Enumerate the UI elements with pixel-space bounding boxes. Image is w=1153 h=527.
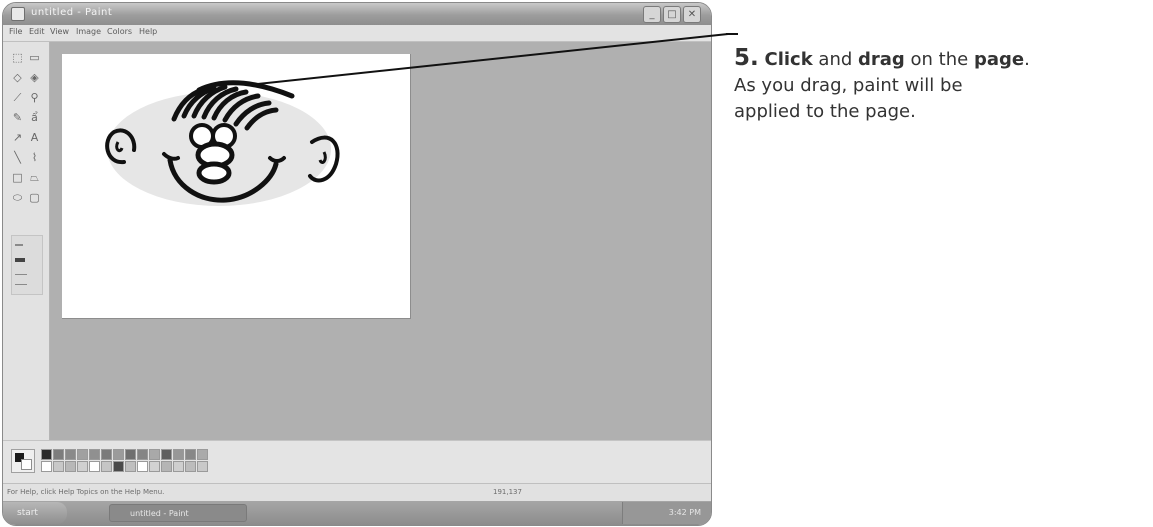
taskbar-paint-button[interactable]: untitled - Paint bbox=[109, 504, 247, 522]
palette-swatch[interactable] bbox=[173, 461, 184, 472]
menu-file[interactable]: File bbox=[9, 27, 22, 36]
system-tray: 3:42 PM bbox=[622, 502, 711, 524]
window-title: untitled - Paint bbox=[31, 7, 113, 18]
brush-size-large[interactable] bbox=[15, 258, 25, 262]
palette-swatch[interactable] bbox=[173, 449, 184, 460]
palette-swatch[interactable] bbox=[125, 449, 136, 460]
instruction-word-click: Click bbox=[764, 49, 813, 70]
airbrush-icon[interactable]: ↗ bbox=[10, 130, 25, 145]
palette-swatch[interactable] bbox=[65, 449, 76, 460]
palette-swatch[interactable] bbox=[77, 461, 88, 472]
mouth-open bbox=[196, 161, 232, 185]
palette-swatch[interactable] bbox=[137, 449, 148, 460]
menu-colors[interactable]: Colors bbox=[107, 27, 132, 36]
palette-swatch[interactable] bbox=[101, 461, 112, 472]
brush-shape-dot[interactable] bbox=[15, 284, 27, 285]
palette-swatch[interactable] bbox=[185, 461, 196, 472]
magnifier-icon[interactable]: ⚲ bbox=[27, 90, 42, 105]
palette-swatch[interactable] bbox=[161, 449, 172, 460]
color-palette bbox=[3, 440, 711, 484]
menu-help[interactable]: Help bbox=[139, 27, 157, 36]
brush-icon[interactable]: ẩ bbox=[27, 110, 42, 125]
palette-swatch[interactable] bbox=[137, 461, 148, 472]
status-bar: For Help, click Help Topics on the Help … bbox=[3, 483, 711, 502]
paint-app-icon bbox=[11, 7, 25, 21]
select-icon[interactable]: ▭ bbox=[27, 50, 42, 65]
palette-swatch[interactable] bbox=[89, 449, 100, 460]
palette-swatch[interactable] bbox=[185, 449, 196, 460]
status-help-text: For Help, click Help Topics on the Help … bbox=[7, 488, 165, 496]
palette-swatch[interactable] bbox=[77, 449, 88, 460]
rectangle-icon[interactable]: □ bbox=[10, 170, 25, 185]
status-coordinates: 191,137 bbox=[493, 488, 522, 496]
maximize-button[interactable]: □ bbox=[663, 6, 681, 23]
step-number: 5. bbox=[734, 45, 759, 71]
palette-swatch[interactable] bbox=[125, 461, 136, 472]
brush-shape-slash[interactable] bbox=[15, 274, 27, 275]
cartoon-face-drawing bbox=[105, 80, 340, 206]
start-button[interactable]: start bbox=[3, 502, 67, 524]
palette-swatch[interactable] bbox=[101, 449, 112, 460]
line-icon[interactable]: ╲ bbox=[10, 150, 25, 165]
palette-swatch[interactable] bbox=[113, 461, 124, 472]
palette-swatch[interactable] bbox=[65, 461, 76, 472]
instruction-period: . bbox=[1024, 49, 1030, 70]
background-color bbox=[21, 459, 32, 470]
palette-swatch[interactable] bbox=[149, 461, 160, 472]
eraser-icon[interactable]: ◇ bbox=[10, 70, 25, 85]
palette-swatch[interactable] bbox=[53, 461, 64, 472]
palette-swatch[interactable] bbox=[53, 449, 64, 460]
instruction-text-and: and bbox=[812, 49, 858, 70]
palette-swatch[interactable] bbox=[113, 449, 124, 460]
palette-swatch[interactable] bbox=[197, 461, 208, 472]
palette-swatch[interactable] bbox=[89, 461, 100, 472]
taskbar: start untitled - Paint 3:42 PM bbox=[3, 501, 711, 525]
close-button[interactable]: ✕ bbox=[683, 6, 701, 23]
menu-image[interactable]: Image bbox=[76, 27, 101, 36]
drawing-canvas[interactable] bbox=[62, 54, 411, 319]
instruction-text-on-the: on the bbox=[904, 49, 974, 70]
instruction-body: As you drag, paint will be applied to th… bbox=[734, 75, 963, 122]
menu-bar: File Edit View Image Colors Help bbox=[3, 25, 711, 42]
palette-swatch[interactable] bbox=[41, 461, 52, 472]
palette-swatch[interactable] bbox=[197, 449, 208, 460]
text-icon[interactable]: A bbox=[27, 130, 42, 145]
menu-view[interactable]: View bbox=[50, 27, 69, 36]
fill-icon[interactable]: ◈ bbox=[27, 70, 42, 85]
palette-swatch[interactable] bbox=[161, 461, 172, 472]
ellipse-icon[interactable]: ⬭ bbox=[10, 190, 25, 205]
current-colors[interactable] bbox=[11, 449, 35, 473]
step-instruction: 5. Click and drag on the page. As you dr… bbox=[734, 45, 1134, 125]
polygon-icon[interactable]: ⏢ bbox=[27, 170, 42, 185]
title-bar[interactable]: untitled - Paint _ □ ✕ bbox=[3, 3, 711, 25]
brush-size-small[interactable] bbox=[15, 244, 23, 246]
tool-box: ⬚ ▭ ◇ ◈ ⟋ ⚲ ✎ ẩ ↗ A ╲ ⌇ □ ⏢ ⬭ ▢ bbox=[3, 42, 50, 440]
palette-swatch[interactable] bbox=[41, 449, 52, 460]
menu-edit[interactable]: Edit bbox=[29, 27, 45, 36]
instruction-word-drag: drag bbox=[858, 49, 905, 70]
drawing-workspace bbox=[50, 42, 711, 440]
minimize-button[interactable]: _ bbox=[643, 6, 661, 23]
paint-window: untitled - Paint _ □ ✕ File Edit View Im… bbox=[2, 2, 712, 526]
instruction-heading: 5. Click and drag on the page. bbox=[734, 45, 1134, 73]
pencil-icon[interactable]: ✎ bbox=[10, 110, 25, 125]
tray-clock: 3:42 PM bbox=[668, 508, 701, 517]
instruction-word-page: page bbox=[973, 49, 1025, 70]
tool-options-box[interactable] bbox=[11, 235, 43, 295]
free-select-icon[interactable]: ⬚ bbox=[10, 50, 25, 65]
palette-swatch[interactable] bbox=[149, 449, 160, 460]
curve-icon[interactable]: ⌇ bbox=[27, 150, 42, 165]
rounded-rectangle-icon[interactable]: ▢ bbox=[27, 190, 42, 205]
pick-color-icon[interactable]: ⟋ bbox=[10, 90, 25, 105]
